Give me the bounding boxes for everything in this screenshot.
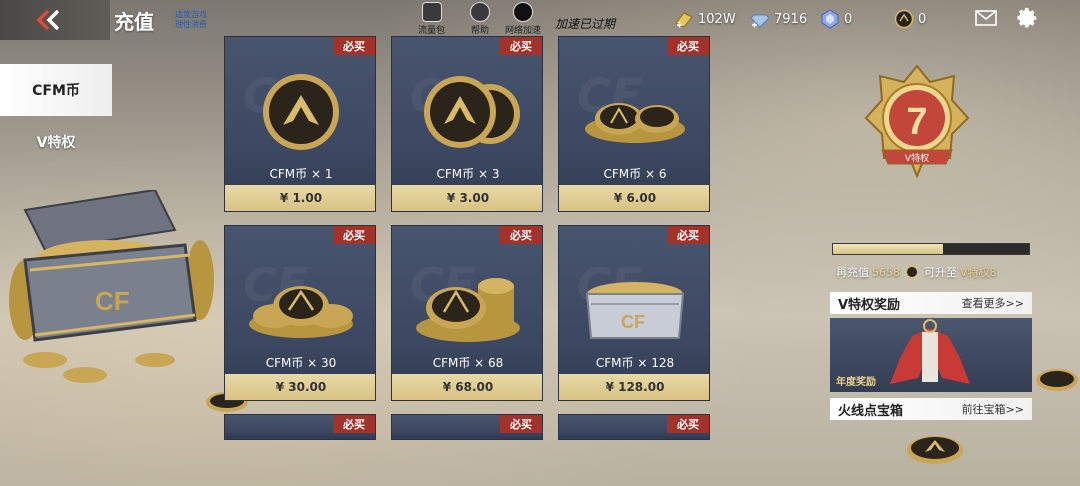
vip-rewards-title: V特权奖励 [838,297,901,313]
help-button[interactable]: 帮助 [470,2,490,36]
mail-icon[interactable] [975,10,997,26]
product-name: CFM币 × 1 [269,167,333,181]
product-card[interactable]: CF 必买 CFM币 × 30 ¥ 30.00 [224,225,376,401]
vip-progress-bar [832,243,1030,255]
floor-coin-icon [907,436,963,464]
point-chest-title: 火线点宝箱 [838,403,904,419]
page-title: 充值 [114,10,154,34]
double-chevron-left-icon [36,9,60,31]
gear-icon[interactable] [1017,7,1039,29]
reward-caption: 年度奖励 [836,377,876,388]
accel-status: 加速已过期 [555,17,616,31]
must-buy-badge: 必买 [333,415,375,433]
must-buy-badge: 必买 [667,37,709,55]
cfm-coin-tall-pile-icon [416,278,520,342]
diamond-currency[interactable]: 7916 [750,9,807,29]
svg-text:CF: CF [95,286,130,316]
must-buy-badge: 必买 [333,37,375,55]
product-card[interactable]: CF 必买 CF CFM币 × 128 ¥ 128.00 [558,225,710,401]
must-buy-badge: 必买 [667,226,709,244]
cfm-coin-pile-icon [249,286,353,338]
moderate-gaming-notice: 适度游戏 理性消费 [175,10,207,29]
cf-coin-currency[interactable]: 0 [894,9,926,29]
treasure-chest-image: CF [9,190,214,383]
vip-progress-fill [833,244,943,254]
cfm-coin-stack-icon [424,76,520,148]
product-name: CFM币 × 30 [265,356,337,370]
svg-text:7: 7 [906,101,927,143]
network-accel-icon [513,2,533,22]
go-to-chest-link[interactable]: 前往宝箱>> [962,401,1024,417]
price-button[interactable]: ¥ 1.00 [225,185,375,211]
product-card[interactable]: 必买 [391,414,543,440]
must-buy-badge: 必买 [667,415,709,433]
vip-rewards-header[interactable]: V特权奖励 查看更多>> [830,292,1032,314]
gem-currency[interactable]: 0 [820,9,852,29]
price-button[interactable]: ¥ 30.00 [225,374,375,400]
must-buy-badge: 必买 [500,37,542,55]
product-card[interactable]: 必买 [224,414,376,440]
cf-coin-plus-icon [894,9,914,29]
product-name: CFM币 × 68 [432,356,504,370]
product-name: CFM币 × 6 [603,167,667,181]
price-button[interactable]: ¥ 6.00 [559,185,709,211]
svg-text:CF: CF [621,312,645,332]
gold-currency[interactable]: 102W [674,9,736,29]
product-card[interactable]: 必买 [558,414,710,440]
must-buy-badge: 必买 [333,226,375,244]
back-button[interactable] [0,0,110,40]
price-button[interactable]: ¥ 68.00 [392,374,542,400]
diamond-plus-icon [750,14,770,28]
network-accel-button[interactable]: 网络加速 [505,2,541,36]
price-button[interactable]: ¥ 3.00 [392,185,542,211]
product-name: CFM币 × 3 [436,167,500,181]
product-name: CFM币 × 128 [595,356,675,370]
help-icon [470,2,490,22]
cfm-coin-pile-icon [585,103,685,143]
cf-coin-icon [906,266,918,278]
recharge-hint: 再充值 5658 可升至 V特权8 [836,265,997,280]
coin-chest-icon: CF [585,282,685,339]
gold-coin-plus-icon [675,12,693,28]
cfm-coin-icon [263,74,339,150]
floor-coin-icon [1036,369,1078,391]
svg-text:V特权: V特权 [905,152,929,164]
blue-gem-icon [821,9,839,29]
product-card[interactable]: CF 必买 CFM币 × 6 ¥ 6.00 [558,36,710,212]
view-more-link[interactable]: 查看更多>> [962,295,1024,311]
must-buy-badge: 必买 [500,226,542,244]
product-card[interactable]: CF 必买 CFM币 × 3 ¥ 3.00 [391,36,543,212]
point-chest-header[interactable]: 火线点宝箱 前往宝箱>> [830,398,1032,420]
tab-v-privilege[interactable]: V特权 [0,116,112,168]
price-button[interactable]: ¥ 128.00 [559,374,709,400]
product-card[interactable]: CF 必买 CFM币 × 68 ¥ 68.00 [391,225,543,401]
data-pack-icon [421,2,442,22]
annual-reward-image[interactable]: 年度奖励 [830,318,1032,392]
tab-cfm-coin[interactable]: CFM币 [0,64,112,116]
vip-level-badge-icon: 7 V特权 [864,64,970,179]
must-buy-badge: 必买 [500,415,542,433]
top-bar: 充值 适度游戏 理性消费 流量包 帮助 网络加速 加速已过期 102W 7916 [0,0,1080,40]
data-pack-button[interactable]: 流量包 [418,2,445,36]
product-card[interactable]: CF 必买 CFM币 × 1 ¥ 1.00 [224,36,376,212]
